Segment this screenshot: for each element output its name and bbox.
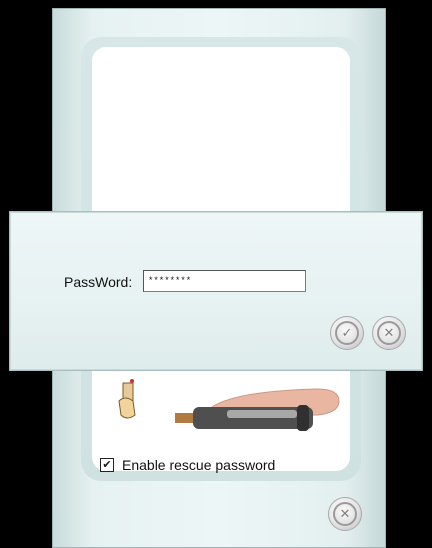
password-label: PassWord: [64, 274, 133, 290]
main-close-button[interactable]: ✕ [328, 497, 362, 531]
x-icon: ✕ [333, 502, 357, 526]
rescue-password-checkbox[interactable]: ✔ [100, 458, 114, 472]
check-icon: ✓ [335, 321, 359, 345]
rescue-password-label: Enable rescue password [122, 457, 276, 473]
password-dialog: PassWord: ******** ✓ ✕ [9, 211, 423, 371]
rescue-password-row: ✔ Enable rescue password [100, 457, 275, 473]
cancel-button[interactable]: ✕ [372, 316, 406, 350]
x-icon: ✕ [377, 321, 401, 345]
usb-fingerprint-illustration [118, 379, 340, 431]
password-input[interactable]: ******** [143, 270, 306, 292]
hand-icon [118, 379, 136, 419]
ok-button[interactable]: ✓ [330, 316, 364, 350]
